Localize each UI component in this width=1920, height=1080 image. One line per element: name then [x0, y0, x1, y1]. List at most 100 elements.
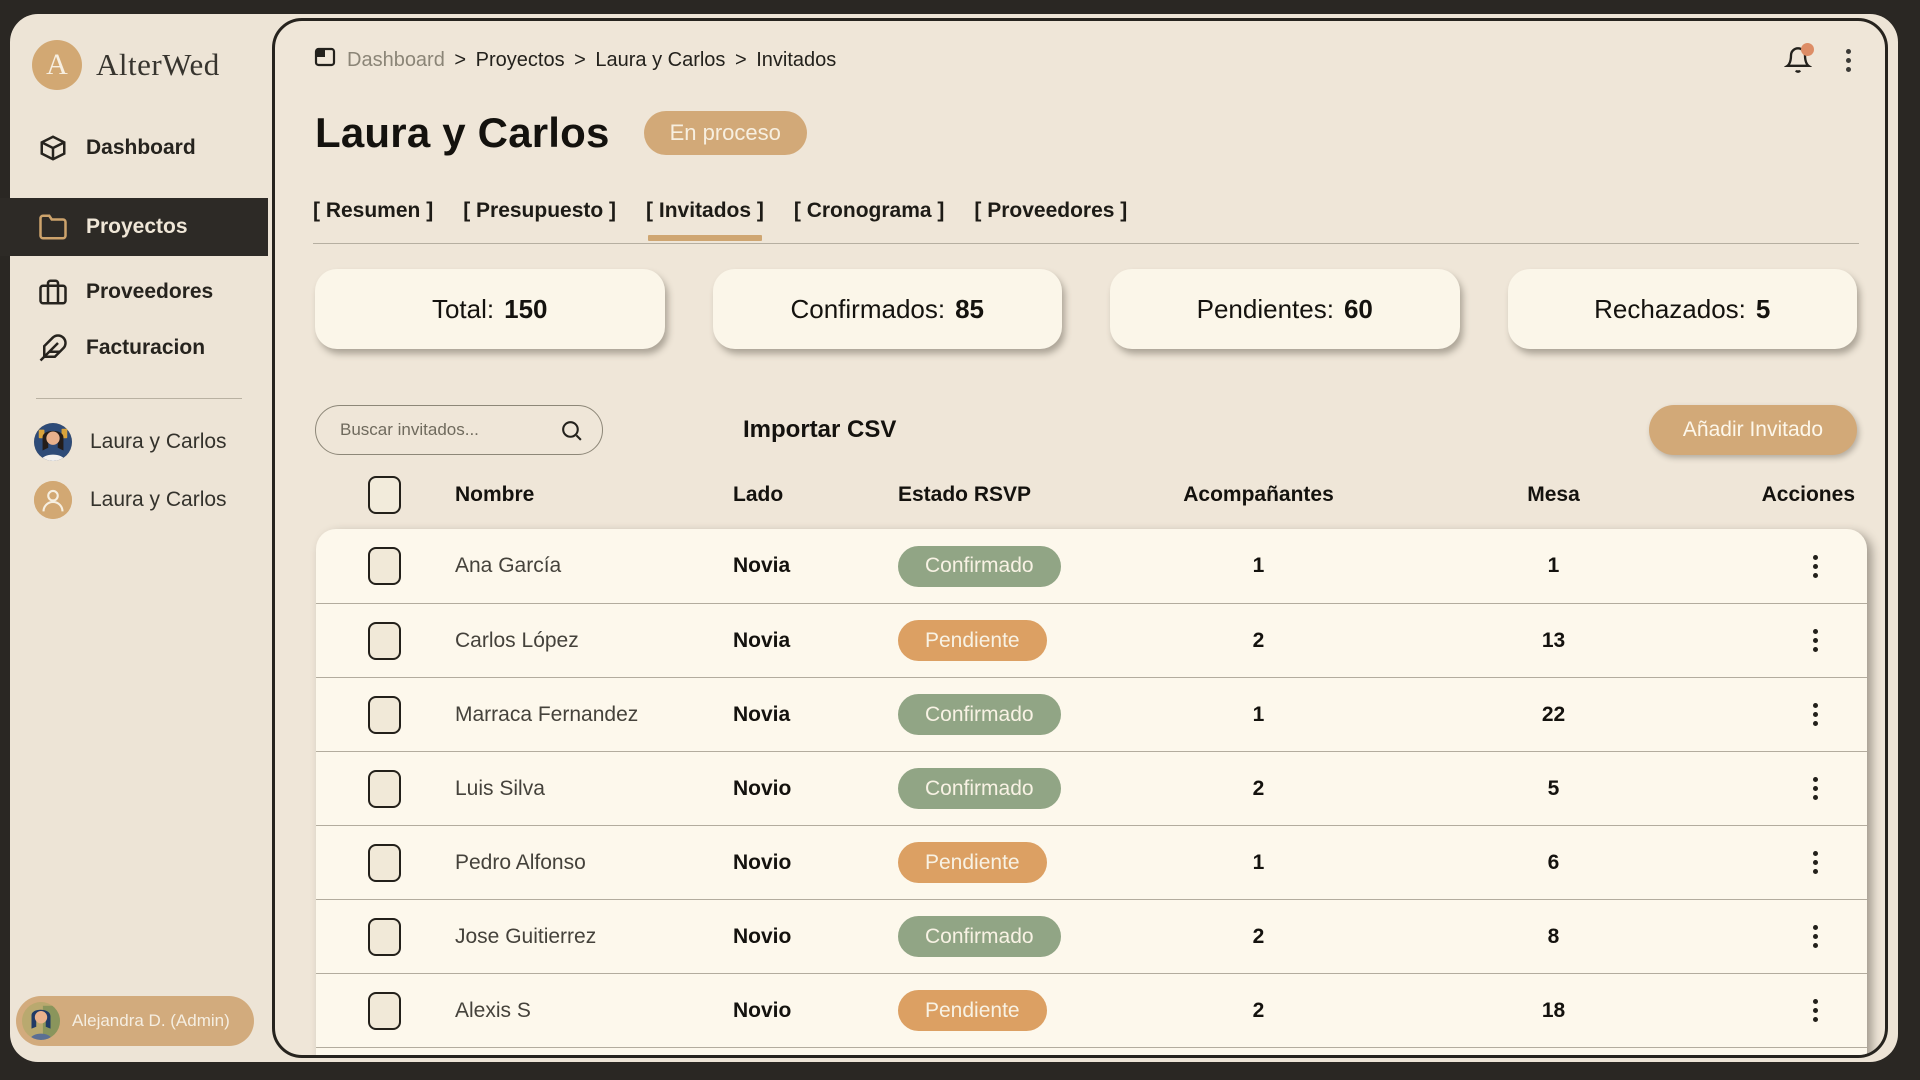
- guest-side: Novio: [733, 777, 898, 801]
- stats-row: Total: 150 Confirmados: 85 Pendientes: 6…: [315, 269, 1857, 349]
- rsvp-status-badge: Pendiente: [898, 990, 1047, 1031]
- rsvp-status-badge: Confirmado: [898, 694, 1061, 735]
- sidebar-item-proveedores[interactable]: Proveedores: [10, 264, 268, 320]
- row-checkbox[interactable]: [368, 844, 401, 882]
- table-row: Ana García Novia Confirmado 1 1: [316, 529, 1867, 603]
- table-row: Alexis S Novio Pendiente 2 18: [316, 973, 1867, 1047]
- stat-card: Confirmados: 85: [713, 269, 1063, 349]
- guest-companions: 2: [1116, 777, 1401, 801]
- tab-invitados[interactable]: [ Invitados ]: [646, 199, 764, 239]
- cube-icon: [38, 133, 68, 163]
- page-title: Laura y Carlos: [315, 109, 610, 157]
- row-actions-kebab-icon[interactable]: [1805, 699, 1826, 730]
- sidebar-item-facturacion[interactable]: Facturacion: [10, 320, 268, 376]
- guest-companions: 1: [1116, 554, 1401, 578]
- column-header-acciones: Acciones: [1706, 483, 1867, 507]
- stat-label: Total:: [432, 294, 494, 325]
- column-header-acompanantes: Acompañantes: [1116, 483, 1401, 507]
- row-checkbox[interactable]: [368, 622, 401, 660]
- bell-icon[interactable]: [1784, 46, 1812, 74]
- row-actions-kebab-icon[interactable]: [1805, 773, 1826, 804]
- column-header-nombre: Nombre: [455, 483, 733, 507]
- sidebar-item-proyectos[interactable]: Proyectos: [0, 198, 268, 256]
- column-header-mesa: Mesa: [1401, 483, 1706, 507]
- import-csv-button[interactable]: Importar CSV: [743, 416, 896, 444]
- stat-value: 150: [504, 294, 547, 325]
- breadcrumb-part[interactable]: Proyectos: [476, 49, 565, 71]
- breadcrumb-separator: >: [729, 49, 752, 71]
- current-user-badge[interactable]: Alejandra D. (Admin): [16, 996, 254, 1046]
- guest-table: Ana García Novia Confirmado 1 1 Carlos L…: [316, 529, 1867, 1058]
- row-checkbox[interactable]: [368, 696, 401, 734]
- row-actions-kebab-icon[interactable]: [1805, 551, 1826, 582]
- guest-name: Marraca Fernandez: [455, 703, 733, 727]
- tabs-divider: [313, 243, 1859, 244]
- user-name-label: Alejandra D. (Admin): [72, 1011, 230, 1031]
- main-panel: Dashboard > Proyectos > Laura y Carlos >…: [272, 18, 1888, 1058]
- select-all-checkbox[interactable]: [368, 476, 401, 514]
- app-logo: A AlterWed: [10, 14, 268, 90]
- stat-label: Rechazados:: [1594, 294, 1746, 325]
- kebab-menu-icon[interactable]: [1842, 47, 1855, 74]
- sidebar-item-dashboard[interactable]: Dashboard: [10, 120, 268, 176]
- row-actions-kebab-icon[interactable]: [1805, 625, 1826, 656]
- sidebar-divider: [36, 398, 242, 399]
- row-checkbox[interactable]: [368, 992, 401, 1030]
- breadcrumb-part[interactable]: Laura y Carlos: [595, 49, 725, 71]
- row-actions-kebab-icon[interactable]: [1805, 995, 1826, 1026]
- guest-name: Carlos López: [455, 629, 733, 653]
- row-actions-kebab-icon[interactable]: [1805, 847, 1826, 878]
- search-icon[interactable]: [559, 418, 584, 443]
- guest-companions: 1: [1116, 851, 1401, 875]
- guest-name: Ana García: [455, 554, 733, 578]
- tab-cronograma[interactable]: [ Cronograma ]: [794, 199, 945, 239]
- sidebar-project-item[interactable]: Laura y Carlos: [10, 471, 268, 529]
- search-box: [315, 405, 603, 455]
- table-row: Jose Guitierrez Novio Confirmado 2 8: [316, 899, 1867, 973]
- breadcrumb-part[interactable]: Dashboard: [347, 49, 445, 71]
- add-guest-button[interactable]: Añadir Invitado: [1649, 405, 1857, 455]
- user-avatar: [22, 1002, 60, 1040]
- stat-value: 5: [1756, 294, 1770, 325]
- guest-name: Pedro Alfonso: [455, 851, 733, 875]
- guest-table-number: 8: [1401, 925, 1706, 949]
- rsvp-status-badge: Pendiente: [898, 620, 1047, 661]
- row-checkbox[interactable]: [368, 770, 401, 808]
- tab-presupuesto[interactable]: [ Presupuesto ]: [463, 199, 616, 239]
- guest-table-number: 18: [1401, 999, 1706, 1023]
- stat-value: 60: [1344, 294, 1373, 325]
- guest-companions: 2: [1116, 925, 1401, 949]
- sidebar-project-item[interactable]: Laura y Carlos: [10, 413, 268, 471]
- guest-companions: 2: [1116, 629, 1401, 653]
- rsvp-status-badge: Confirmado: [898, 916, 1061, 957]
- rsvp-status-badge: Confirmado: [898, 768, 1061, 809]
- sidebar-nav: Dashboard Proyectos Proveedores Facturac…: [10, 120, 268, 376]
- guest-companions: 2: [1116, 999, 1401, 1023]
- guest-table-number: 1: [1401, 554, 1706, 578]
- sidebar: A AlterWed Dashboard Proyectos Proveedor…: [10, 14, 268, 1062]
- row-checkbox[interactable]: [368, 918, 401, 956]
- guest-table-number: 6: [1401, 851, 1706, 875]
- table-row: Pedro Alfonso Novio Pendiente 1 6: [316, 825, 1867, 899]
- guest-table-number: 22: [1401, 703, 1706, 727]
- breadcrumb-separator: >: [569, 49, 592, 71]
- guest-side: Novia: [733, 629, 898, 653]
- photo-avatar: [34, 423, 72, 461]
- breadcrumb-part[interactable]: Invitados: [756, 49, 836, 71]
- guest-side: Novio: [733, 851, 898, 875]
- row-actions-kebab-icon[interactable]: [1805, 921, 1826, 952]
- row-checkbox[interactable]: [368, 547, 401, 585]
- table-row: Carlos López Novia Pendiente 2 13: [316, 603, 1867, 677]
- tab-resumen[interactable]: [ Resumen ]: [313, 199, 433, 239]
- app-name: AlterWed: [96, 47, 220, 83]
- window-icon: [313, 45, 337, 75]
- status-badge: En proceso: [644, 111, 807, 155]
- table-row: Luis Silva Novio Confirmado 2 5: [316, 751, 1867, 825]
- folder-icon: [38, 212, 68, 242]
- guest-name: Jose Guitierrez: [455, 925, 733, 949]
- project-label: Laura y Carlos: [90, 430, 227, 454]
- tab-proveedores[interactable]: [ Proveedores ]: [974, 199, 1127, 239]
- logo-monogram: A: [32, 40, 82, 90]
- stat-label: Confirmados:: [790, 294, 945, 325]
- guest-name: Alexis S: [455, 999, 733, 1023]
